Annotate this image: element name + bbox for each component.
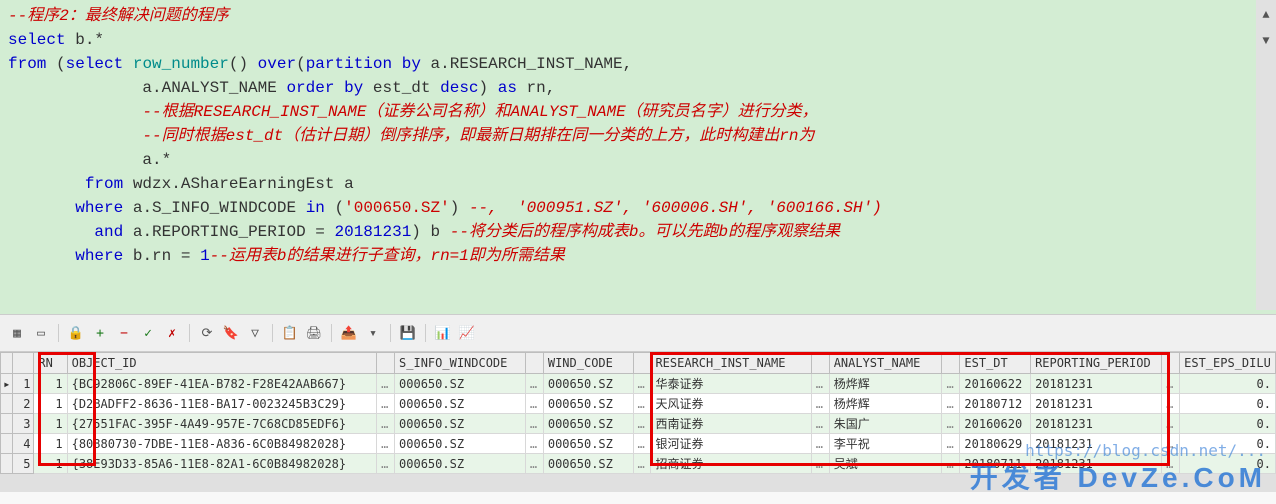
- scroll-up-icon[interactable]: ▲: [1260, 4, 1271, 26]
- page-nav-icon[interactable]: ▽: [246, 324, 264, 342]
- cell-objectid: {27551FAC-395F-4A49-957E-7C68CD85EDF6}: [67, 414, 376, 434]
- cell-estdt: 20180712: [960, 394, 1031, 414]
- cell-rn: 1: [34, 414, 67, 434]
- cell-eps: 0.: [1180, 394, 1276, 414]
- cell-rn: 1: [34, 374, 67, 394]
- cell-objectid: {D2BADFF2-8636-11E8-BA17-0023245B3C29}: [67, 394, 376, 414]
- cell-windcode: 000650.SZ: [543, 414, 633, 434]
- single-row-icon[interactable]: ▭: [32, 324, 50, 342]
- cell-estdt: 20180711: [960, 454, 1031, 474]
- table-row[interactable]: ▸11{BC92806C-89EF-41EA-B782-F28E42AAB667…: [1, 374, 1276, 394]
- cell-analyst: 杨烨辉: [829, 394, 942, 414]
- bookmark-icon[interactable]: 🔖: [222, 324, 240, 342]
- code-line-6: --同时根据est_dt（估计日期）倒序排序，即最新日期排在同一分类的上方，此时…: [8, 124, 1268, 148]
- lock-icon[interactable]: 🔒: [67, 324, 85, 342]
- code-line-3: from (select row_number() over(partition…: [8, 52, 1268, 76]
- chart-icon[interactable]: 📊: [434, 324, 452, 342]
- cell-sinfo: 000650.SZ: [395, 394, 526, 414]
- cell-windcode: 000650.SZ: [543, 394, 633, 414]
- save-icon[interactable]: 💾: [399, 324, 417, 342]
- cell-research-inst: 银河证券: [651, 434, 811, 454]
- cell-objectid: {BC92806C-89EF-41EA-B782-F28E42AAB667}: [67, 374, 376, 394]
- remove-icon[interactable]: −: [115, 324, 133, 342]
- rollback-icon[interactable]: ✗: [163, 324, 181, 342]
- code-line-11: where b.rn = 1--运用表b的结果进行子查询，rn=1即为所需结果: [8, 244, 1268, 268]
- col-sinfo[interactable]: S_INFO_WINDCODE: [395, 353, 526, 374]
- cell-windcode: 000650.SZ: [543, 454, 633, 474]
- cell-estdt: 20160620: [960, 414, 1031, 434]
- code-line-4: a.ANALYST_NAME order by est_dt desc) as …: [8, 76, 1268, 100]
- cell-sinfo: 000650.SZ: [395, 434, 526, 454]
- scroll-down-icon[interactable]: ▼: [1260, 30, 1271, 52]
- code-line-8: from wdzx.AShareEarningEst a: [8, 172, 1268, 196]
- table-row[interactable]: 31{27551FAC-395F-4A49-957E-7C68CD85EDF6}…: [1, 414, 1276, 434]
- cell-analyst: 杨烨辉: [829, 374, 942, 394]
- cell-estdt: 20180629: [960, 434, 1031, 454]
- cell-objectid: {38E93D33-85A6-11E8-82A1-6C0B84982028}: [67, 454, 376, 474]
- sql-editor[interactable]: --程序2：最终解决问题的程序 select b.* from (select …: [0, 0, 1276, 314]
- col-reporting[interactable]: REPORTING_PERIOD: [1031, 353, 1162, 374]
- cell-sinfo: 000650.SZ: [395, 454, 526, 474]
- cell-research-inst: 天风证券: [651, 394, 811, 414]
- code-line-1: --程序2：最终解决问题的程序: [8, 4, 1268, 28]
- cell-rn: 1: [34, 394, 67, 414]
- copy-icon[interactable]: 📋: [281, 324, 299, 342]
- cell-analyst: 李平祝: [829, 434, 942, 454]
- row-number: 4: [13, 434, 34, 454]
- grid-icon[interactable]: ▦: [8, 324, 26, 342]
- cell-sinfo: 000650.SZ: [395, 414, 526, 434]
- row-number: 2: [13, 394, 34, 414]
- cell-eps: 0.: [1180, 414, 1276, 434]
- col-rn[interactable]: RN: [34, 353, 67, 374]
- cell-rn: 1: [34, 454, 67, 474]
- col-analyst[interactable]: ANALYST_NAME: [829, 353, 942, 374]
- cell-analyst: 吴斌: [829, 454, 942, 474]
- cell-eps: 0.: [1180, 434, 1276, 454]
- row-number: 1: [13, 374, 34, 394]
- print-icon[interactable]: 🖨: [305, 324, 323, 342]
- add-icon[interactable]: +: [91, 324, 109, 342]
- cell-estdt: 20160622: [960, 374, 1031, 394]
- col-research-inst[interactable]: RESEARCH_INST_NAME: [651, 353, 811, 374]
- cell-objectid: {80880730-7DBE-11E8-A836-6C0B84982028}: [67, 434, 376, 454]
- cell-sinfo: 000650.SZ: [395, 374, 526, 394]
- col-windcode[interactable]: WIND_CODE: [543, 353, 633, 374]
- cell-analyst: 朱国广: [829, 414, 942, 434]
- code-line-2: select b.*: [8, 28, 1268, 52]
- cell-research-inst: 西南证券: [651, 414, 811, 434]
- cell-reporting: 20181231: [1031, 434, 1162, 454]
- cell-eps: 0.: [1180, 374, 1276, 394]
- code-line-5: --根据RESEARCH_INST_NAME（证券公司名称）和ANALYST_N…: [8, 100, 1268, 124]
- cell-research-inst: 华泰证券: [651, 374, 811, 394]
- row-number: 5: [13, 454, 34, 474]
- col-objectid[interactable]: OBJECT_ID: [67, 353, 376, 374]
- code-line-10: and a.REPORTING_PERIOD = 20181231) b --将…: [8, 220, 1268, 244]
- table-row[interactable]: 41{80880730-7DBE-11E8-A836-6C0B84982028}…: [1, 434, 1276, 454]
- export-menu-icon[interactable]: ▾: [364, 324, 382, 342]
- cell-reporting: 20181231: [1031, 394, 1162, 414]
- chart2-icon[interactable]: 📈: [458, 324, 476, 342]
- cell-windcode: 000650.SZ: [543, 434, 633, 454]
- code-line-9: where a.S_INFO_WINDCODE in ('000650.SZ')…: [8, 196, 1268, 220]
- cell-reporting: 20181231: [1031, 454, 1162, 474]
- cell-windcode: 000650.SZ: [543, 374, 633, 394]
- col-estdt[interactable]: EST_DT: [960, 353, 1031, 374]
- cell-rn: 1: [34, 434, 67, 454]
- header-row: RN OBJECT_ID S_INFO_WINDCODE WIND_CODE R…: [1, 353, 1276, 374]
- cell-reporting: 20181231: [1031, 374, 1162, 394]
- cell-research-inst: 招商证券: [651, 454, 811, 474]
- vertical-scrollbar[interactable]: ▲ ▼: [1256, 0, 1276, 310]
- table-row[interactable]: 51{38E93D33-85A6-11E8-82A1-6C0B84982028}…: [1, 454, 1276, 474]
- commit-icon[interactable]: ✓: [139, 324, 157, 342]
- row-number: 3: [13, 414, 34, 434]
- cell-eps: 0.: [1180, 454, 1276, 474]
- code-line-7: a.*: [8, 148, 1268, 172]
- cell-reporting: 20181231: [1031, 414, 1162, 434]
- results-grid[interactable]: RN OBJECT_ID S_INFO_WINDCODE WIND_CODE R…: [0, 352, 1276, 474]
- results-toolbar: ▦ ▭ 🔒 + − ✓ ✗ ⟳ 🔖 ▽ 📋 🖨 📤 ▾ 💾 📊 📈: [0, 314, 1276, 352]
- export-icon[interactable]: 📤: [340, 324, 358, 342]
- col-eps[interactable]: EST_EPS_DILU: [1180, 353, 1276, 374]
- refresh-icon[interactable]: ⟳: [198, 324, 216, 342]
- table-row[interactable]: 21{D2BADFF2-8636-11E8-BA17-0023245B3C29}…: [1, 394, 1276, 414]
